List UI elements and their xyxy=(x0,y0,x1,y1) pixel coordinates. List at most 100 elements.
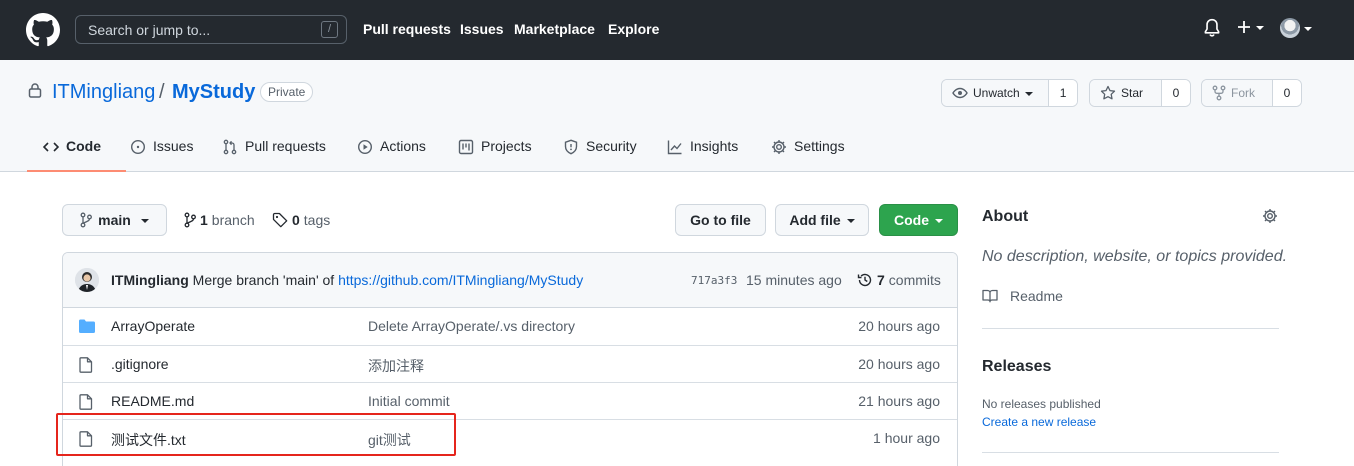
lock-icon xyxy=(28,83,42,98)
nav-issues[interactable]: Issues xyxy=(460,21,504,37)
go-to-file-button[interactable]: Go to file xyxy=(675,204,766,236)
star-label: Star xyxy=(1121,86,1144,100)
unwatch-button[interactable]: Unwatch xyxy=(942,80,1050,106)
file-commit-message[interactable]: git测试 xyxy=(368,430,411,450)
play-icon xyxy=(357,139,373,155)
file-commit-message[interactable]: Delete ArrayOperate/.vs directory xyxy=(368,318,575,334)
sidebar-divider xyxy=(982,328,1279,329)
commits-history-link[interactable]: 7 commits xyxy=(857,272,941,288)
commit-message-prefix[interactable]: Merge branch 'main' of xyxy=(193,272,335,288)
tag-count: 0 xyxy=(292,212,300,228)
tab-actions[interactable]: Actions xyxy=(357,138,426,172)
branch-count: 1 xyxy=(200,212,208,228)
go-to-file-label: Go to file xyxy=(690,212,751,228)
file-name[interactable]: 测试文件.txt xyxy=(111,430,186,450)
file-row[interactable]: ArrayOperate Delete ArrayOperate/.vs dir… xyxy=(63,308,957,345)
tab-label: Projects xyxy=(481,138,532,154)
eye-icon xyxy=(952,87,968,99)
tab-label: Settings xyxy=(794,138,845,154)
search-shortcut-key: / xyxy=(321,21,338,38)
nav-pull-requests[interactable]: Pull requests xyxy=(363,21,451,37)
chevron-down-icon xyxy=(935,219,943,223)
star-count[interactable]: 0 xyxy=(1162,80,1190,106)
chevron-down-icon xyxy=(1024,92,1033,96)
file-icon xyxy=(79,357,93,373)
add-file-button[interactable]: Add file xyxy=(775,204,869,236)
tab-issues[interactable]: Issues xyxy=(130,138,193,172)
file-commit-time: 20 hours ago xyxy=(858,356,940,372)
repo-header: ITMingliang / MyStudy Private Unwatch 1 … xyxy=(0,60,1354,172)
tags-link[interactable]: 0 tags xyxy=(272,212,330,228)
branch-icon xyxy=(184,212,196,228)
code-button[interactable]: Code xyxy=(879,204,958,236)
tab-security[interactable]: Security xyxy=(563,138,637,172)
commit-count: 7 xyxy=(877,272,885,288)
file-icon xyxy=(79,394,93,410)
fork-button[interactable]: Fork xyxy=(1202,80,1273,106)
create-release-link[interactable]: Create a new release xyxy=(982,415,1096,429)
commit-author[interactable]: ITMingliang xyxy=(111,272,189,288)
file-row[interactable]: .gitignore 添加注释 20 hours ago xyxy=(63,345,957,382)
commit-time[interactable]: 15 minutes ago xyxy=(746,272,842,288)
file-commit-time: 1 hour ago xyxy=(873,430,940,446)
pull-request-icon xyxy=(223,139,237,155)
user-menu[interactable] xyxy=(1280,18,1312,38)
branch-name: main xyxy=(98,212,131,228)
book-icon xyxy=(982,289,998,303)
author-avatar[interactable] xyxy=(75,268,99,292)
file-name[interactable]: ArrayOperate xyxy=(111,318,195,334)
fork-label: Fork xyxy=(1231,86,1255,100)
watch-count[interactable]: 1 xyxy=(1049,80,1077,106)
file-commit-message[interactable]: 添加注释 xyxy=(368,356,424,376)
repo-name-link[interactable]: MyStudy xyxy=(172,81,255,104)
file-name[interactable]: .gitignore xyxy=(111,356,169,372)
tab-insights[interactable]: Insights xyxy=(667,138,738,172)
branch-icon xyxy=(80,212,93,228)
tag-icon xyxy=(272,212,288,228)
file-commit-message[interactable]: Initial commit xyxy=(368,393,450,409)
visibility-badge: Private xyxy=(260,82,314,102)
file-name[interactable]: README.md xyxy=(111,393,194,409)
file-listing: ITMingliang Merge branch 'main' of https… xyxy=(62,252,958,466)
commit-sha[interactable]: 717a3f3 xyxy=(691,274,737,287)
latest-commit-bar: ITMingliang Merge branch 'main' of https… xyxy=(63,253,957,308)
tab-settings[interactable]: Settings xyxy=(771,138,845,172)
create-new-menu[interactable] xyxy=(1236,19,1264,35)
file-row[interactable]: 测试文件.txt git测试 1 hour ago xyxy=(63,419,957,456)
star-button-group: Star 0 xyxy=(1089,79,1191,107)
branch-label: branch xyxy=(211,212,255,228)
repo-path-separator: / xyxy=(159,81,165,103)
gear-icon xyxy=(772,140,786,154)
global-header: Search or jump to... / Pull requests Iss… xyxy=(0,0,1354,60)
search-input[interactable]: Search or jump to... / xyxy=(75,15,347,44)
star-button[interactable]: Star xyxy=(1090,80,1162,106)
fork-icon xyxy=(1212,85,1226,101)
tab-pull-requests[interactable]: Pull requests xyxy=(222,138,326,172)
commit-message-link[interactable]: https://github.com/ITMingliang/MyStudy xyxy=(338,272,583,288)
sidebar-divider xyxy=(982,452,1279,453)
file-commit-time: 21 hours ago xyxy=(858,393,940,409)
bell-icon[interactable] xyxy=(1203,18,1221,40)
latest-commit-message: ITMingliang Merge branch 'main' of https… xyxy=(111,272,583,288)
tab-label: Security xyxy=(586,138,637,154)
branch-select-button[interactable]: main xyxy=(62,204,167,236)
chevron-down-icon xyxy=(140,219,149,223)
tab-projects[interactable]: Projects xyxy=(458,138,532,172)
gear-icon[interactable] xyxy=(1262,208,1278,224)
tab-code[interactable]: Code xyxy=(27,138,126,172)
branches-link[interactable]: 1 branch xyxy=(184,212,255,228)
code-icon xyxy=(43,142,59,152)
nav-explore[interactable]: Explore xyxy=(608,21,659,37)
watch-button-group: Unwatch 1 xyxy=(941,79,1078,107)
avatar-image-icon xyxy=(75,268,99,292)
github-logo-icon[interactable] xyxy=(26,13,60,47)
fork-button-group: Fork 0 xyxy=(1201,79,1302,107)
plus-icon xyxy=(1238,21,1250,33)
releases-heading[interactable]: Releases xyxy=(982,358,1051,376)
repo-owner-link[interactable]: ITMingliang xyxy=(52,81,155,104)
readme-link[interactable]: Readme xyxy=(982,288,1063,304)
fork-count[interactable]: 0 xyxy=(1273,80,1301,106)
file-row[interactable]: README.md Initial commit 21 hours ago xyxy=(63,382,957,419)
about-description: No description, website, or topics provi… xyxy=(982,248,1288,265)
nav-marketplace[interactable]: Marketplace xyxy=(514,21,595,37)
